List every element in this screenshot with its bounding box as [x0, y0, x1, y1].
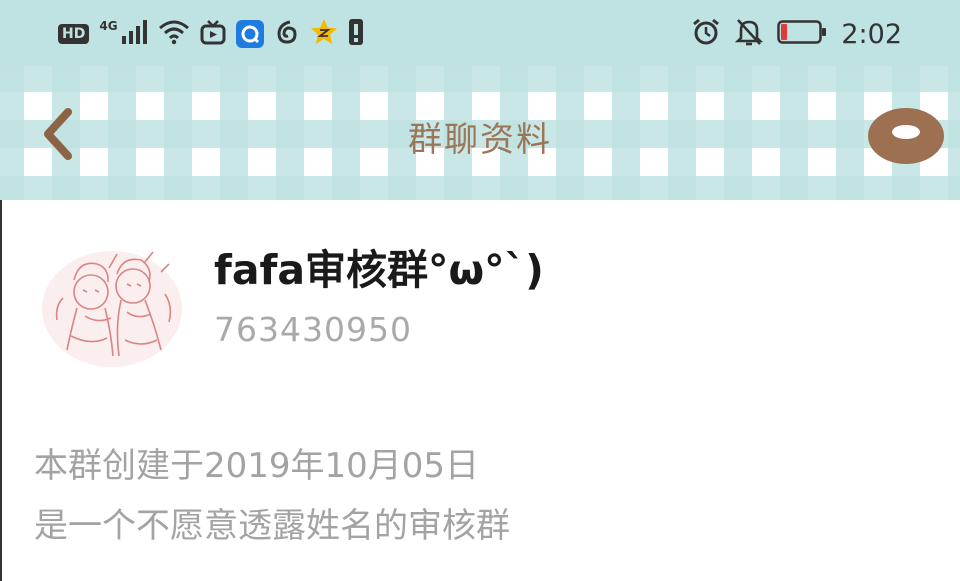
group-description: 本群创建于2019年10月05日 是一个不愿意透露姓名的审核群: [34, 436, 510, 556]
network-type-label: 4G: [99, 19, 118, 33]
battery-icon: [777, 19, 827, 49]
qzone-icon: [310, 18, 338, 50]
donut-icon: [868, 108, 944, 164]
status-right-icons: 2:02: [691, 16, 902, 52]
tv-icon: [200, 19, 226, 49]
description-line: 是一个不愿意透露姓名的审核群: [34, 506, 510, 546]
screen-edge: [0, 200, 2, 581]
more-button[interactable]: [866, 102, 946, 166]
browser-app-icon: [235, 20, 264, 48]
description-line: 本群创建于2019年10月05日: [34, 446, 480, 486]
status-left-icons: HD 4G: [58, 16, 364, 52]
avatar-illustration: [42, 251, 182, 367]
signal-icon: [121, 20, 148, 48]
wifi-icon: [158, 19, 190, 49]
group-name: fafa审核群°ω°`): [214, 246, 544, 294]
mute-icon: [735, 17, 764, 51]
notification-icon: [348, 18, 364, 50]
group-avatar[interactable]: [41, 250, 183, 368]
page-title: 群聊资料: [408, 120, 552, 160]
status-time: 2:02: [841, 18, 902, 50]
status-bar: HD 4G 2:02: [0, 0, 960, 66]
netease-icon: [274, 19, 300, 49]
nav-bar: 群聊资料: [0, 66, 960, 200]
alarm-icon: [691, 17, 721, 51]
hd-icon: HD: [58, 24, 90, 44]
group-id: 763430950: [214, 310, 412, 349]
